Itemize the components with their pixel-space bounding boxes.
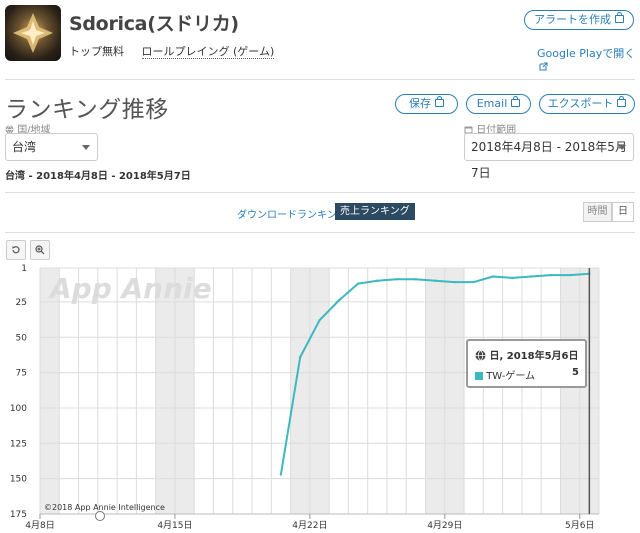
y-tick-label: 1 <box>21 264 27 274</box>
weekend-band <box>425 268 445 514</box>
chart-tooltip: 日, 2018年5月6日 TW-ゲーム 5 <box>466 339 587 388</box>
weekend-band <box>309 268 330 514</box>
data-point <box>530 275 533 278</box>
x-tick-label: 4月15日 <box>157 520 192 531</box>
data-point <box>279 473 283 476</box>
data-point <box>395 278 398 281</box>
globe-icon <box>475 350 486 361</box>
weekend-band <box>290 268 310 514</box>
weekend-band <box>444 268 465 514</box>
weekend-band <box>560 268 580 514</box>
data-point <box>337 299 340 302</box>
data-point <box>568 273 572 277</box>
y-tick-label: 25 <box>16 298 27 308</box>
y-tick-label: 175 <box>10 510 27 520</box>
x-tick-label: 4月22日 <box>292 520 327 531</box>
x-tick-label: 5月6日 <box>565 520 594 531</box>
y-tick-label: 50 <box>16 333 28 343</box>
data-point <box>356 282 360 285</box>
data-point <box>511 276 514 280</box>
tooltip-date: 日, 2018年5月6日 <box>489 351 579 362</box>
data-point <box>453 280 456 284</box>
series-swatch <box>475 372 483 380</box>
data-point <box>414 278 418 281</box>
ranking-chart[interactable]: App Annie 1255075100125150175 4月8日 4月15日 4… <box>0 0 640 533</box>
data-point <box>318 319 321 322</box>
tooltip-value: 5 <box>572 367 579 378</box>
data-point <box>491 275 495 278</box>
x-tick-label: 4月8日 <box>25 520 54 531</box>
data-point <box>434 279 437 282</box>
y-tick-label: 100 <box>10 404 27 414</box>
range-slider-handle[interactable] <box>95 511 105 521</box>
data-point <box>376 279 379 282</box>
tooltip-series: TW-ゲーム <box>486 371 536 382</box>
y-tick-label: 125 <box>10 439 27 449</box>
y-tick-label: 75 <box>16 369 27 379</box>
x-tick-label: 4月29日 <box>427 520 462 531</box>
data-point <box>472 280 475 284</box>
y-tick-label: 150 <box>10 475 27 485</box>
watermark: App Annie <box>48 272 212 305</box>
data-point <box>299 355 302 359</box>
data-point <box>549 273 552 277</box>
copyright-text: ©2018 App Annie Intelligence <box>44 503 165 512</box>
